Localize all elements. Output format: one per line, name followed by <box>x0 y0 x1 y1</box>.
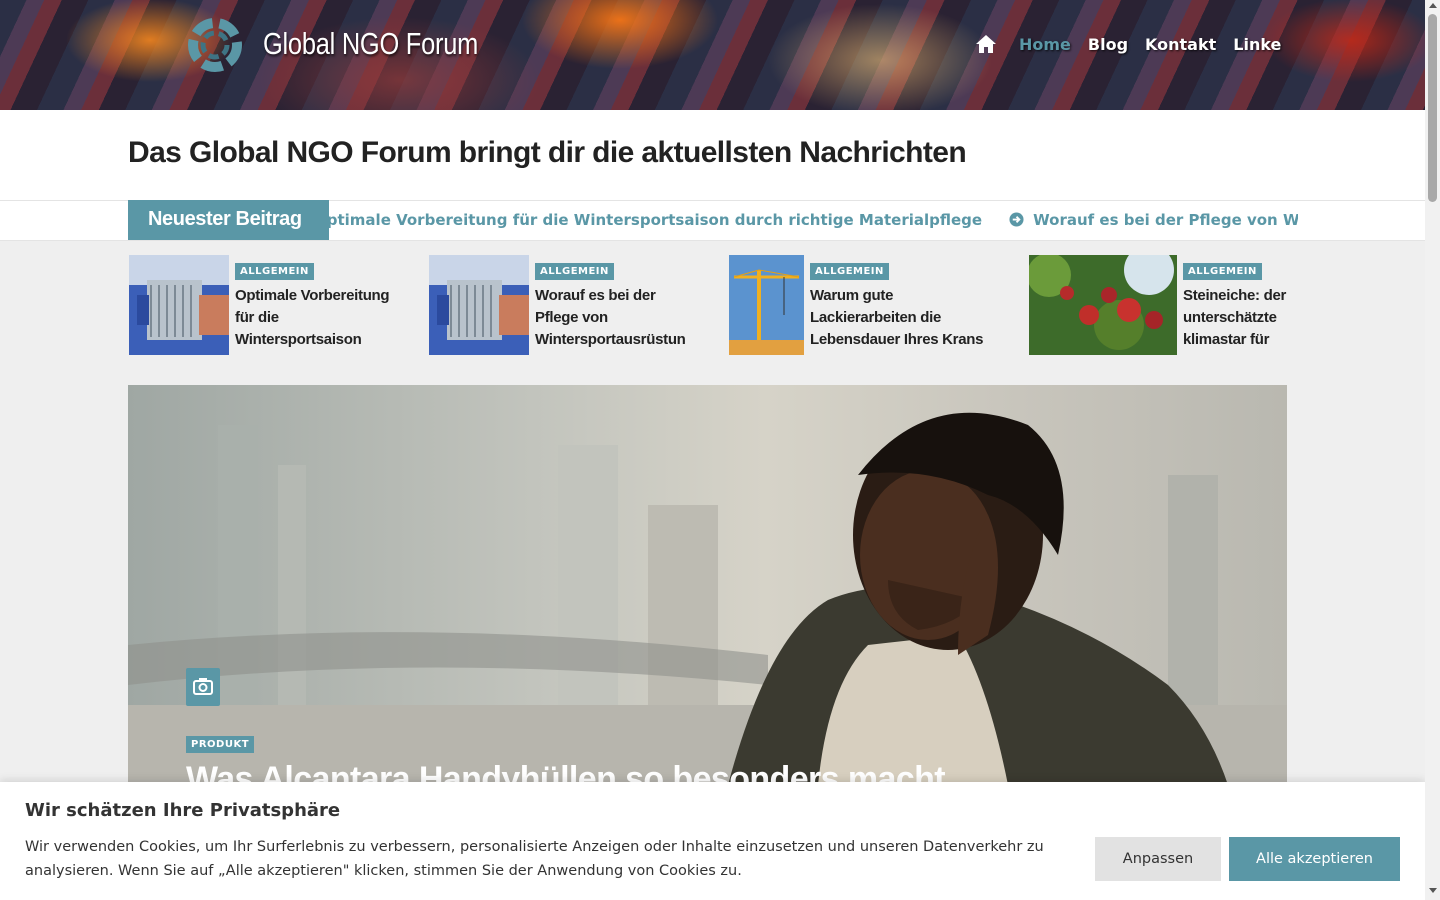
category-badge[interactable]: ALLGEMEIN <box>1183 263 1262 280</box>
hero-category-badge[interactable]: PRODUKT <box>186 736 255 753</box>
cookie-text: Wir verwenden Cookies, um Ihr Surferlebn… <box>25 839 1044 879</box>
article-card[interactable]: ALLGEMEIN Steineiche: der unterschätzte … <box>1029 255 1287 355</box>
main-nav: Home Blog Kontakt Linke <box>975 34 1298 54</box>
article-title[interactable]: Steineiche: der unterschätzte klimastar … <box>1183 285 1287 351</box>
camera-button[interactable] <box>186 668 220 706</box>
home-icon[interactable] <box>975 34 997 54</box>
scrollbar-thumb[interactable] <box>1428 14 1437 202</box>
category-badge[interactable]: ALLGEMEIN <box>235 263 314 280</box>
nav-home[interactable]: Home <box>1019 35 1071 54</box>
category-badge[interactable]: ALLGEMEIN <box>810 263 889 280</box>
customize-button[interactable]: Anpassen <box>1095 837 1221 881</box>
article-thumbnail[interactable] <box>729 255 804 355</box>
article-title[interactable]: Worauf es bei der Pflege von Wintersport… <box>535 285 695 351</box>
ticker-label: Neuester Beitrag <box>128 200 329 240</box>
ticker-item[interactable]: Optimale Vorbereitung für die Winterspor… <box>329 200 982 240</box>
camera-icon <box>193 678 213 695</box>
accept-all-button[interactable]: Alle akzeptieren <box>1229 837 1400 881</box>
category-badge[interactable]: ALLGEMEIN <box>535 263 614 280</box>
article-card[interactable]: ALLGEMEIN Worauf es bei der Pflege von W… <box>429 255 699 355</box>
article-card[interactable]: ALLGEMEIN Optimale Vorbereitung für die … <box>129 255 399 355</box>
ticker-item-text: Optimale Vorbereitung für die Winterspor… <box>329 211 983 229</box>
nav-linke[interactable]: Linke <box>1233 35 1281 54</box>
scroll-up-icon[interactable] <box>1429 3 1437 8</box>
ticker-item[interactable]: Worauf es bei der Pflege von Wintersport… <box>1009 200 1298 240</box>
article-title[interactable]: Warum gute Lackierarbeiten die Lebensdau… <box>810 285 990 351</box>
ticker-item-text: Worauf es bei der Pflege von Wintersport… <box>1033 211 1298 229</box>
site-title[interactable]: Global NGO Forum <box>263 26 478 62</box>
arrow-circle-right-icon <box>1009 212 1024 227</box>
cookie-title: Wir schätzen Ihre Privatsphäre <box>25 800 341 821</box>
article-thumbnail[interactable] <box>429 255 529 355</box>
nav-blog[interactable]: Blog <box>1088 35 1128 54</box>
page-headline: Das Global NGO Forum bringt dir die aktu… <box>128 136 967 169</box>
scroll-down-icon[interactable] <box>1429 888 1437 893</box>
article-card[interactable]: ALLGEMEIN Warum gute Lackierarbeiten die… <box>729 255 999 355</box>
featured-article-image[interactable] <box>128 385 1287 785</box>
article-thumbnail[interactable] <box>129 255 229 355</box>
site-logo-icon[interactable] <box>188 18 242 72</box>
nav-kontakt[interactable]: Kontakt <box>1145 35 1216 54</box>
article-thumbnail[interactable] <box>1029 255 1177 355</box>
hero-photo <box>128 412 1287 785</box>
article-title[interactable]: Optimale Vorbereitung für die Winterspor… <box>235 285 400 351</box>
news-ticker: Optimale Vorbereitung für die Winterspor… <box>329 200 1298 240</box>
